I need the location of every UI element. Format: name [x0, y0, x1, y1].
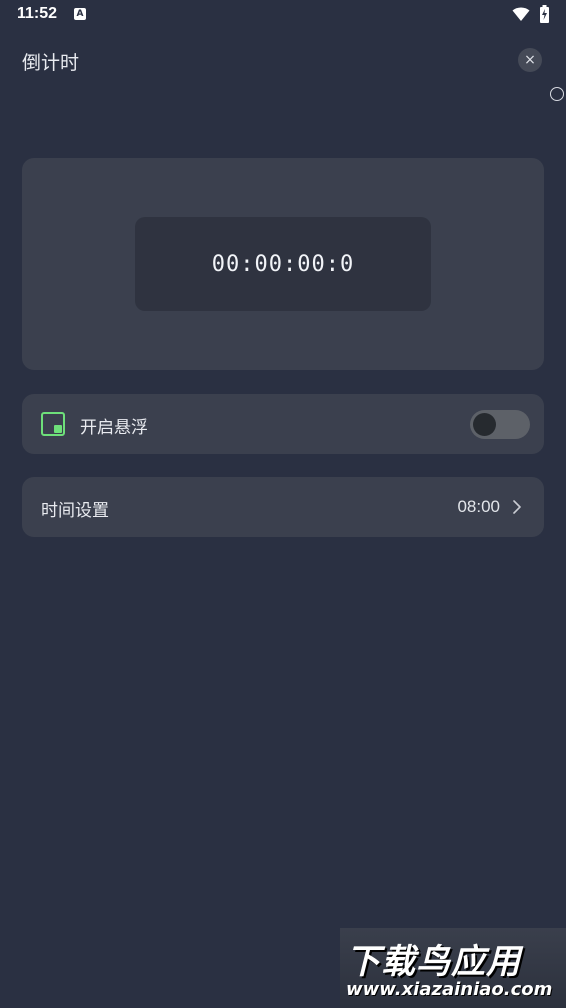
- notification-icon: A: [74, 8, 86, 20]
- timer-card: 00:00:00:0: [22, 158, 544, 370]
- time-setting-row[interactable]: 时间设置 08:00: [22, 477, 544, 537]
- wifi-icon: [512, 7, 530, 21]
- float-setting-label: 开启悬浮: [80, 418, 148, 438]
- status-time: 11:52: [17, 5, 58, 22]
- watermark-title: 下载鸟应用: [346, 942, 521, 982]
- time-setting-value: 08:00: [457, 497, 500, 516]
- watermark-url: www.xiazainiao.com: [346, 979, 553, 1000]
- status-bar: 11:52 A: [0, 0, 566, 30]
- battery-charging-icon: [540, 5, 549, 23]
- toggle-knob: [473, 413, 496, 436]
- floating-circle-icon[interactable]: [550, 87, 564, 101]
- float-toggle-switch[interactable]: [470, 410, 530, 439]
- timer-display-box: 00:00:00:0: [135, 217, 431, 311]
- float-setting-row: 开启悬浮: [22, 394, 544, 454]
- countdown-display: 00:00:00:0: [211, 251, 355, 277]
- picture-in-picture-icon: [41, 412, 65, 436]
- chevron-right-icon: [513, 500, 521, 514]
- close-button[interactable]: ×: [518, 48, 542, 72]
- time-setting-label: 时间设置: [41, 501, 109, 521]
- watermark: 下载鸟应用 www.xiazainiao.com: [340, 928, 566, 1008]
- page-title: 倒计时: [22, 52, 80, 74]
